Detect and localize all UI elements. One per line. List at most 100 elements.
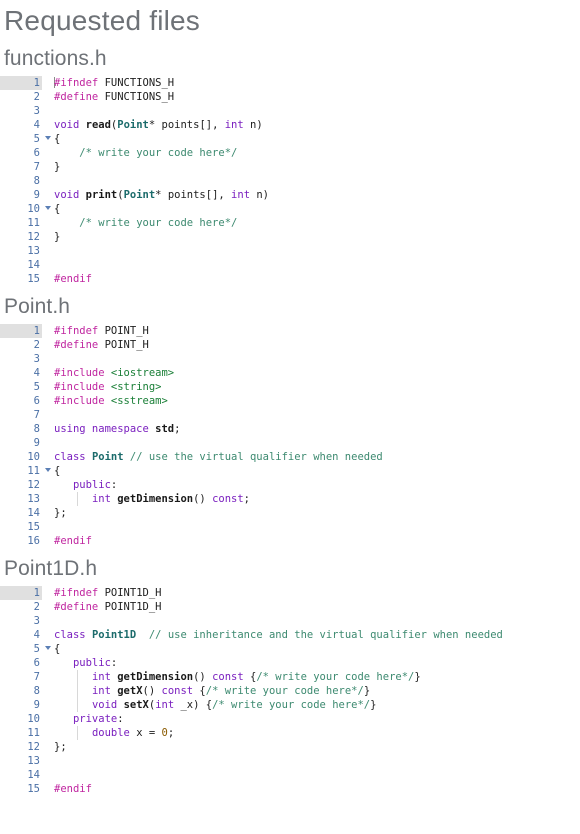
line-number-gutter[interactable]: 13 [0, 754, 42, 768]
code-line[interactable]: 2 #define POINT_H [0, 338, 580, 352]
code-text[interactable]: void print(Point* points[], int n) [42, 188, 580, 202]
line-number-gutter[interactable]: 6 [0, 394, 42, 408]
line-number-gutter[interactable]: 14 [0, 258, 42, 272]
line-number-gutter[interactable]: 15 [0, 782, 42, 796]
code-line[interactable]: 9 void print(Point* points[], int n) [0, 188, 580, 202]
line-number-gutter[interactable]: 2 [0, 600, 42, 614]
code-line[interactable]: 15 #endif [0, 272, 580, 286]
code-text[interactable]: public: [42, 656, 580, 670]
code-text[interactable] [42, 352, 580, 366]
line-number-gutter[interactable]: 5 [0, 642, 51, 656]
code-text[interactable]: } [42, 160, 580, 174]
code-text[interactable]: void read(Point* points[], int n) [42, 118, 580, 132]
code-text[interactable]: double x = 0; [42, 726, 580, 740]
code-text[interactable]: }; [42, 506, 580, 520]
line-number-gutter[interactable]: 1 [0, 76, 42, 90]
code-text[interactable]: #include <sstream> [42, 394, 580, 408]
code-line[interactable]: 3 [0, 614, 580, 628]
code-text[interactable]: #define POINT1D_H [42, 600, 580, 614]
code-text[interactable] [42, 768, 580, 782]
code-line[interactable]: 8 [0, 174, 580, 188]
code-line[interactable]: 8 int getX() const {/* write your code h… [0, 684, 580, 698]
code-line[interactable]: 4 #include <iostream> [0, 366, 580, 380]
line-number-gutter[interactable]: 2 [0, 90, 42, 104]
code-line[interactable]: 10 class Point // use the virtual qualifi… [0, 450, 580, 464]
line-number-gutter[interactable]: 9 [0, 188, 42, 202]
code-text[interactable] [42, 258, 580, 272]
code-text[interactable]: #ifndef POINT1D_H [42, 586, 580, 600]
code-text[interactable]: #define FUNCTIONS_H [42, 90, 580, 104]
code-text[interactable] [42, 754, 580, 768]
code-line[interactable]: 7} [0, 160, 580, 174]
code-line[interactable]: 8 using namespace std; [0, 422, 580, 436]
line-number-gutter[interactable]: 6 [0, 146, 42, 160]
line-number-gutter[interactable]: 7 [0, 160, 42, 174]
code-line[interactable]: 6 public: [0, 656, 580, 670]
code-text[interactable]: #endif [42, 782, 580, 796]
code-text[interactable]: #endif [42, 534, 580, 548]
line-number-gutter[interactable]: 11 [0, 216, 42, 230]
line-number-gutter[interactable]: 7 [0, 408, 42, 422]
code-line[interactable]: 14 [0, 768, 580, 782]
code-text[interactable] [42, 520, 580, 534]
line-number-gutter[interactable]: 6 [0, 656, 42, 670]
code-text[interactable] [42, 436, 580, 450]
code-editor[interactable]: 1 #ifndef FUNCTIONS_H 2 #define FUNCTIONS_H… [0, 76, 580, 286]
line-number-gutter[interactable]: 14 [0, 768, 42, 782]
code-text[interactable]: }; [42, 740, 580, 754]
line-number-gutter[interactable]: 10 [0, 712, 42, 726]
line-number-gutter[interactable]: 9 [0, 698, 42, 712]
code-text[interactable]: int getDimension() const {/* write your … [42, 670, 580, 684]
code-text[interactable]: #include <iostream> [42, 366, 580, 380]
line-number-gutter[interactable]: 5 [0, 132, 51, 146]
code-text[interactable]: #ifndef POINT_H [42, 324, 580, 338]
code-line[interactable]: 14}; [0, 506, 580, 520]
code-line[interactable]: 9 void setX(int _x) {/* write your code … [0, 698, 580, 712]
code-text[interactable] [42, 408, 580, 422]
code-line[interactable]: 2 #define FUNCTIONS_H [0, 90, 580, 104]
line-number-gutter[interactable]: 10 [0, 202, 51, 216]
line-number-gutter[interactable]: 10 [0, 450, 42, 464]
code-line[interactable]: 1 #ifndef POINT1D_H [0, 586, 580, 600]
code-text[interactable] [42, 104, 580, 118]
code-text[interactable]: void setX(int _x) {/* write your code he… [42, 698, 580, 712]
line-number-gutter[interactable]: 12 [0, 230, 42, 244]
line-number-gutter[interactable]: 1 [0, 586, 42, 600]
line-number-gutter[interactable]: 3 [0, 352, 42, 366]
code-line[interactable]: 5{ [0, 132, 580, 146]
code-line[interactable]: 11 /* write your code here*/ [0, 216, 580, 230]
code-line[interactable]: 3 [0, 352, 580, 366]
line-number-gutter[interactable]: 1 [0, 324, 42, 338]
code-line[interactable]: 15 #endif [0, 782, 580, 796]
code-text[interactable]: #ifndef FUNCTIONS_H [42, 76, 580, 90]
code-text[interactable]: using namespace std; [42, 422, 580, 436]
code-text[interactable]: #endif [42, 272, 580, 286]
line-number-gutter[interactable]: 13 [0, 244, 42, 258]
code-text[interactable]: { [42, 464, 580, 478]
code-line[interactable]: 2 #define POINT1D_H [0, 600, 580, 614]
line-number-gutter[interactable]: 8 [0, 684, 42, 698]
code-line[interactable]: 10 private: [0, 712, 580, 726]
code-line[interactable]: 14 [0, 258, 580, 272]
code-text[interactable]: #include <string> [42, 380, 580, 394]
line-number-gutter[interactable]: 13 [0, 492, 42, 506]
code-line[interactable]: 6 /* write your code here*/ [0, 146, 580, 160]
code-line[interactable]: 13 int getDimension() const; [0, 492, 580, 506]
code-line[interactable]: 1 #ifndef FUNCTIONS_H [0, 76, 580, 90]
code-line[interactable]: 11 { [0, 464, 580, 478]
line-number-gutter[interactable]: 2 [0, 338, 42, 352]
code-line[interactable]: 7 [0, 408, 580, 422]
line-number-gutter[interactable]: 16 [0, 534, 42, 548]
code-line[interactable]: 16 #endif [0, 534, 580, 548]
code-text[interactable]: public: [42, 478, 580, 492]
line-number-gutter[interactable]: 4 [0, 366, 42, 380]
line-number-gutter[interactable]: 9 [0, 436, 42, 450]
line-number-gutter[interactable]: 8 [0, 174, 42, 188]
code-text[interactable]: #define POINT_H [42, 338, 580, 352]
code-text[interactable]: /* write your code here*/ [42, 146, 580, 160]
line-number-gutter[interactable]: 11 [0, 464, 51, 478]
code-line[interactable]: 13 [0, 244, 580, 258]
code-line[interactable]: 4 class Point1D // use inheritance and th… [0, 628, 580, 642]
code-text[interactable]: class Point // use the virtual qualifier… [42, 450, 580, 464]
line-number-gutter[interactable]: 3 [0, 614, 42, 628]
